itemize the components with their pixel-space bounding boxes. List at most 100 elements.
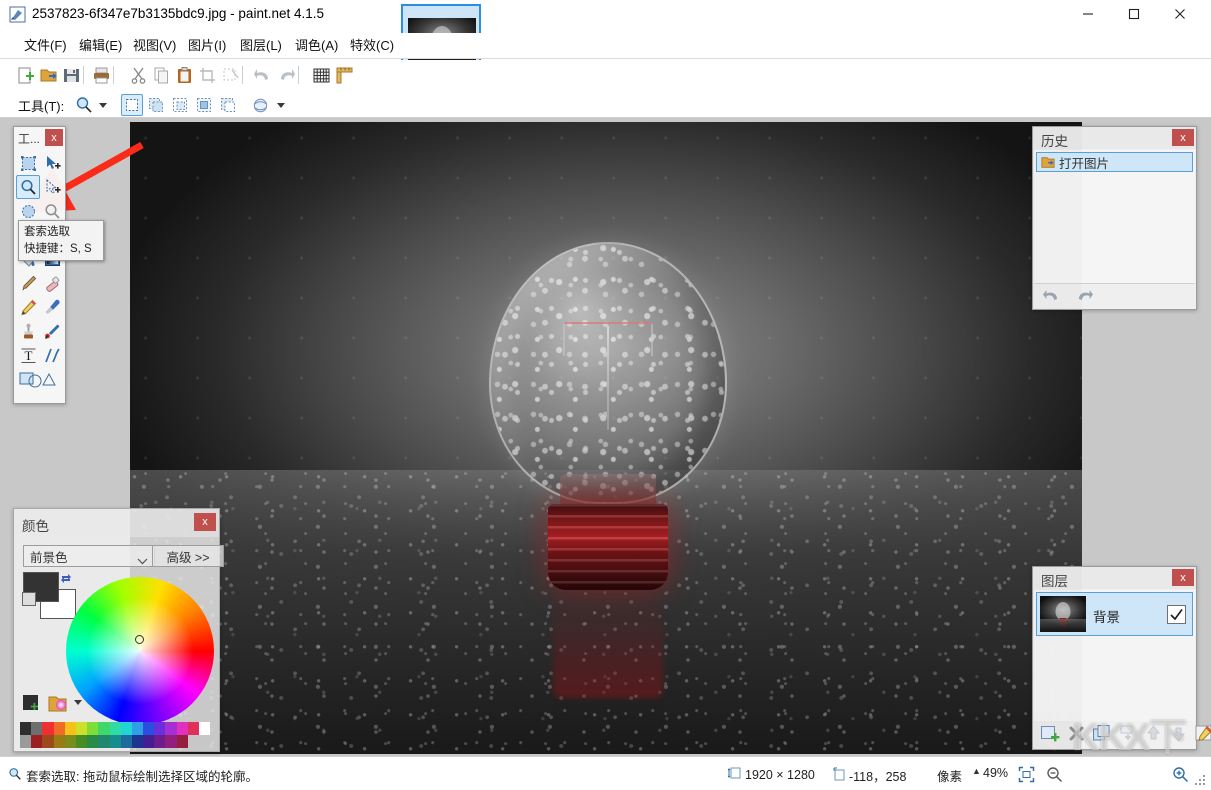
menu-layers[interactable]: 图层(L) xyxy=(234,33,288,59)
tool-rectangle-select[interactable] xyxy=(16,151,40,175)
tool-dropdown-icon[interactable] xyxy=(92,94,114,116)
tool-text[interactable]: T xyxy=(16,343,40,367)
open-file-button[interactable] xyxy=(37,64,59,86)
antialias-icon[interactable] xyxy=(249,94,271,116)
palette-swatch[interactable] xyxy=(98,722,110,735)
palette-swatch[interactable] xyxy=(154,735,166,748)
tool-recolor[interactable] xyxy=(40,319,64,343)
grid-button[interactable] xyxy=(310,64,332,86)
palette-swatch[interactable] xyxy=(187,722,199,735)
color-wheel[interactable] xyxy=(66,577,214,725)
move-layer-down-button[interactable] xyxy=(1169,724,1188,746)
palette-swatch[interactable] xyxy=(98,735,110,748)
menu-image[interactable]: 图片(I) xyxy=(182,33,232,59)
rulers-button[interactable] xyxy=(333,64,355,86)
tool-paintbrush[interactable] xyxy=(16,271,40,295)
layer-visibility-checkbox[interactable] xyxy=(1167,605,1186,624)
add-layer-button[interactable] xyxy=(1040,724,1061,746)
tools-panel-header[interactable]: 工... x xyxy=(14,127,65,149)
advanced-colors-button[interactable]: 高级 >> xyxy=(152,545,224,567)
layers-panel-close[interactable]: x xyxy=(1172,569,1194,586)
new-file-button[interactable] xyxy=(14,64,36,86)
palette-swatch[interactable] xyxy=(120,735,132,748)
palette-swatch[interactable] xyxy=(20,735,32,748)
undo-button[interactable] xyxy=(252,64,274,86)
palette-swatch[interactable] xyxy=(176,735,188,748)
swap-colors-icon[interactable] xyxy=(60,572,72,584)
history-panel-header[interactable]: 历史 x xyxy=(1033,127,1196,149)
minimize-button[interactable] xyxy=(1065,0,1111,28)
selection-mode-xor[interactable] xyxy=(217,94,239,116)
selection-mode-union[interactable] xyxy=(145,94,167,116)
palette-swatch[interactable] xyxy=(75,735,88,748)
unit-caret-icon[interactable]: ▲ xyxy=(972,766,981,776)
colors-panel-header[interactable]: 颜色 x xyxy=(14,509,219,537)
reset-colors-button[interactable] xyxy=(22,592,36,606)
tool-clone-stamp[interactable] xyxy=(16,319,40,343)
palette-swatch[interactable] xyxy=(131,722,144,735)
layer-row[interactable]: 背景 xyxy=(1036,592,1193,636)
resize-grip[interactable] xyxy=(1195,775,1207,787)
tool-move-selected[interactable] xyxy=(40,151,64,175)
palette-swatch[interactable] xyxy=(165,722,177,735)
unit-label[interactable]: 像素 xyxy=(937,766,962,785)
copy-button[interactable] xyxy=(150,64,172,86)
tool-shapes[interactable] xyxy=(16,367,60,391)
image-canvas[interactable] xyxy=(130,122,1082,754)
tools-panel-close[interactable]: x xyxy=(45,129,63,146)
palette-swatch[interactable] xyxy=(64,722,76,735)
palette-swatch[interactable] xyxy=(53,735,65,748)
palette-folder-icon[interactable] xyxy=(48,694,68,717)
duplicate-layer-button[interactable] xyxy=(1092,724,1113,746)
palette-swatch[interactable] xyxy=(154,722,166,735)
color-mode-select[interactable]: 前景色 xyxy=(23,545,155,567)
palette-swatch[interactable] xyxy=(20,722,32,735)
color-wheel-cursor[interactable] xyxy=(135,635,144,644)
zoom-level-value[interactable]: 49% xyxy=(983,766,1008,780)
crop-button[interactable] xyxy=(196,64,218,86)
selection-mode-exclude[interactable] xyxy=(169,94,191,116)
layer-properties-button[interactable] xyxy=(1194,724,1211,746)
tool-pencil[interactable] xyxy=(16,295,40,319)
paste-button[interactable] xyxy=(173,64,195,86)
zoom-in-button[interactable] xyxy=(1172,766,1189,783)
merge-down-button[interactable] xyxy=(1119,724,1138,746)
history-panel-close[interactable]: x xyxy=(1172,129,1194,146)
palette-swatch[interactable] xyxy=(165,735,177,748)
palette-dropdown-icon[interactable] xyxy=(74,700,82,705)
antialias-dropdown-icon[interactable] xyxy=(270,94,292,116)
menu-file[interactable]: 文件(F) xyxy=(18,33,73,59)
palette-swatch[interactable] xyxy=(53,722,65,735)
menu-effects[interactable]: 特效(C) xyxy=(344,33,400,59)
tool-line-curve[interactable] xyxy=(40,343,64,367)
palette-swatch[interactable] xyxy=(199,722,211,735)
selection-mode-replace[interactable] xyxy=(121,94,143,116)
history-redo-button[interactable] xyxy=(1074,287,1094,306)
tool-lasso-select[interactable] xyxy=(16,175,40,199)
colors-panel-close[interactable]: x xyxy=(194,513,216,531)
palette-swatch[interactable] xyxy=(42,735,54,748)
palette-swatch[interactable] xyxy=(64,735,76,748)
tool-eraser[interactable] xyxy=(40,271,64,295)
palette-swatch[interactable] xyxy=(120,722,132,735)
fit-to-window-button[interactable] xyxy=(1018,766,1035,783)
cut-button[interactable] xyxy=(127,64,149,86)
menu-adjust[interactable]: 调色(A) xyxy=(289,33,344,59)
add-color-icon[interactable] xyxy=(22,694,42,717)
tool-move-selection[interactable] xyxy=(40,175,64,199)
color-palette-row-1[interactable] xyxy=(20,722,216,748)
palette-swatch[interactable] xyxy=(31,722,43,735)
palette-swatch[interactable] xyxy=(31,735,43,748)
palette-swatch[interactable] xyxy=(87,722,99,735)
palette-swatch[interactable] xyxy=(109,722,121,735)
selection-mode-intersect[interactable] xyxy=(193,94,215,116)
delete-layer-button[interactable] xyxy=(1067,724,1086,746)
palette-swatch[interactable] xyxy=(143,722,155,735)
palette-swatch[interactable] xyxy=(75,722,88,735)
tool-color-picker[interactable] xyxy=(40,295,64,319)
move-layer-up-button[interactable] xyxy=(1144,724,1163,746)
layers-panel-header[interactable]: 图层 x xyxy=(1033,567,1196,589)
history-item[interactable]: 打开图片 xyxy=(1036,152,1193,172)
palette-swatch[interactable] xyxy=(176,722,188,735)
zoom-out-button[interactable] xyxy=(1046,766,1063,783)
